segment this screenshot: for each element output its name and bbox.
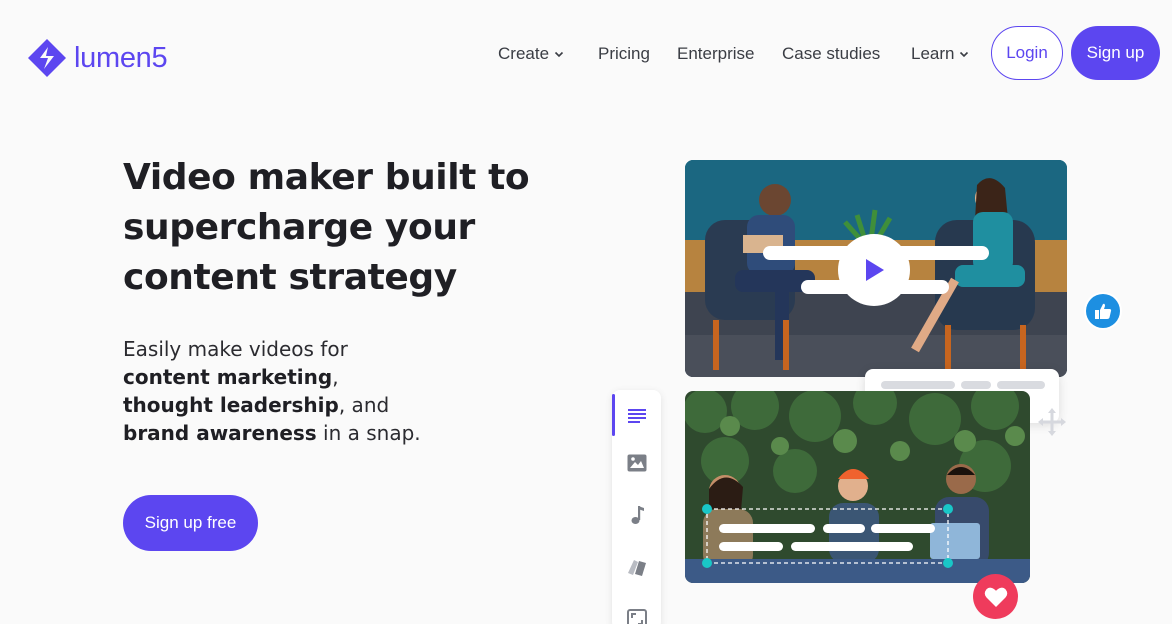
sub-item-content-marketing: content marketing bbox=[123, 365, 333, 389]
tool-music[interactable] bbox=[612, 492, 661, 538]
hero-headline: Video maker built to supercharge your co… bbox=[123, 153, 553, 303]
tool-style[interactable] bbox=[612, 544, 661, 590]
login-button[interactable]: Login bbox=[991, 26, 1063, 80]
tool-image[interactable] bbox=[612, 440, 661, 486]
text-placeholder-bar bbox=[997, 381, 1045, 389]
nav-item-label: Pricing bbox=[598, 44, 650, 63]
tool-resize[interactable] bbox=[612, 596, 661, 624]
video-preview-team[interactable] bbox=[685, 391, 1030, 583]
team-scene-image bbox=[685, 391, 1030, 583]
main-nav: Create Pricing Enterprise Case studies L… bbox=[498, 44, 991, 64]
sub-intro: Easily make videos for bbox=[123, 337, 348, 361]
text-icon bbox=[627, 409, 646, 423]
logo-wordmark: lumen5 bbox=[74, 41, 168, 74]
headline-line: supercharge your bbox=[123, 207, 475, 248]
nav-item-label: Case studies bbox=[782, 44, 881, 63]
headline-line: Video maker built to bbox=[123, 157, 530, 198]
nav-item-case-studies[interactable]: Case studies bbox=[782, 44, 911, 64]
resize-icon bbox=[626, 609, 647, 624]
chevron-down-icon bbox=[960, 51, 969, 58]
nav-item-create[interactable]: Create bbox=[498, 44, 598, 64]
style-icon bbox=[627, 560, 646, 576]
nav-item-label: Enterprise bbox=[677, 44, 755, 63]
nav-item-label: Create bbox=[498, 44, 550, 63]
play-icon bbox=[866, 259, 884, 281]
sub-punct: , and bbox=[338, 393, 390, 417]
image-icon bbox=[627, 454, 646, 472]
text-placeholder-bar bbox=[881, 381, 955, 389]
nav-item-learn[interactable]: Learn bbox=[911, 44, 991, 64]
move-icon[interactable] bbox=[1038, 408, 1066, 436]
sub-punct: in a snap. bbox=[316, 421, 421, 445]
headline-line: content strategy bbox=[123, 257, 457, 298]
nav-item-enterprise[interactable]: Enterprise bbox=[677, 44, 782, 64]
nav-item-pricing[interactable]: Pricing bbox=[598, 44, 677, 64]
signup-free-button[interactable]: Sign up free bbox=[123, 495, 258, 551]
editor-toolbar bbox=[612, 390, 661, 624]
heart-icon bbox=[984, 587, 1007, 607]
nav-item-label: Learn bbox=[911, 44, 955, 63]
play-button[interactable] bbox=[838, 234, 910, 306]
signup-button[interactable]: Sign up bbox=[1071, 26, 1160, 80]
lumen5-logo-icon bbox=[28, 39, 66, 77]
logo[interactable]: lumen5 bbox=[26, 37, 168, 79]
tool-text[interactable] bbox=[612, 393, 661, 439]
music-icon bbox=[631, 506, 644, 524]
chevron-down-icon bbox=[554, 51, 564, 58]
sub-item-brand-awareness: brand awareness bbox=[123, 421, 317, 445]
love-badge bbox=[973, 574, 1018, 619]
thumbs-up-icon bbox=[1095, 303, 1112, 319]
like-badge bbox=[1086, 294, 1120, 328]
hero-subtitle: Easily make videos for content marketing… bbox=[123, 335, 483, 447]
text-placeholder-bar bbox=[961, 381, 991, 389]
sub-item-thought-leadership: thought leadership bbox=[123, 393, 339, 417]
sub-punct: , bbox=[332, 365, 339, 389]
